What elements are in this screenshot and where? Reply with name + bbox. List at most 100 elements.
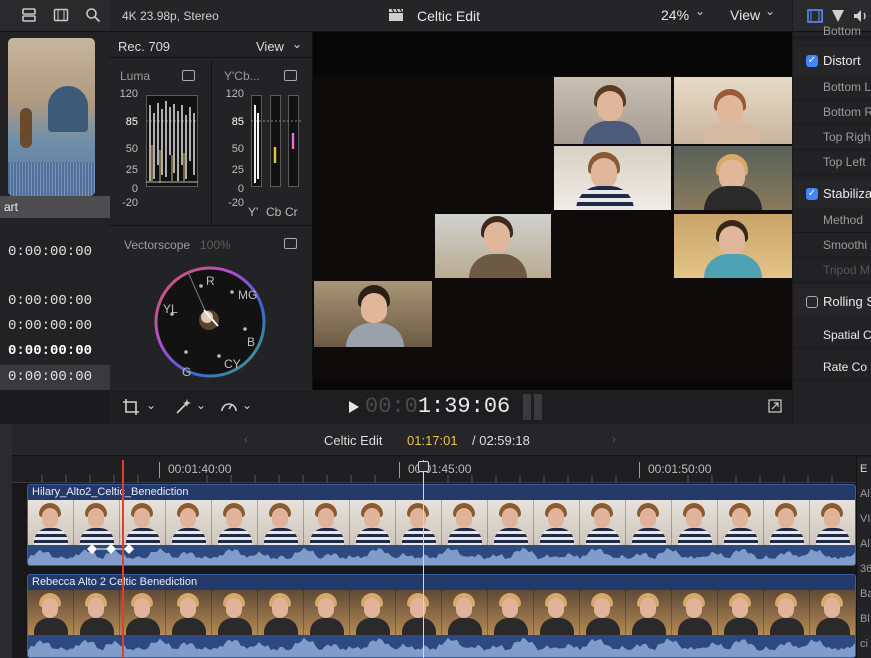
stabilization-section[interactable]: ✓ Stabiliza [793,180,871,208]
inspector-param[interactable]: Bottom R [793,100,871,125]
filmstrip-frame [488,500,534,545]
ycbcr-tick: 50 [231,143,244,155]
vectorscope-percent: 100% [200,238,231,252]
browser-toolbar [0,0,110,32]
target-g: G [182,365,192,379]
start-column-label: art [4,200,19,214]
list-item[interactable]: 0:00:00:00 [0,365,110,390]
filmstrip-frame [350,590,396,635]
filmstrip-frame [534,590,580,635]
clip-filmstrip [28,590,855,635]
scope-settings-icon[interactable] [284,238,297,249]
chevron-down-icon[interactable]: ⌄ [196,398,206,412]
checkbox-checked-icon[interactable]: ✓ [806,188,818,200]
scopes-view-menu[interactable]: View [256,39,284,54]
channel-cb: Cb [266,205,282,219]
format-label: 4K 23.98p, Stereo [122,9,219,23]
index-item[interactable]: Bl [860,613,870,625]
crop-icon[interactable] [122,398,140,419]
index-item[interactable]: VI [860,513,870,525]
play-icon[interactable] [348,400,360,417]
skimmer-line[interactable] [122,460,124,658]
timeline-clip[interactable]: Hilary_Alto2_Celtic_Benediction [27,484,856,566]
index-item[interactable]: E [860,463,867,475]
luma-tick: 120 [119,88,138,100]
target-mg: MG [238,288,258,302]
inspector-param[interactable]: Top Righ [793,125,871,150]
zoom-chevron-icon[interactable]: ⌄ [695,4,705,18]
filmstrip-frame [304,500,350,545]
section-label: Stabiliza [823,186,871,201]
timecode-dim: 00:0 [365,394,418,419]
chevron-down-icon[interactable]: ⌄ [292,37,302,51]
start-column-header[interactable]: art [0,196,110,218]
index-item[interactable]: Ba [860,588,871,600]
checkbox-unchecked-icon[interactable] [806,296,818,308]
library-icon[interactable] [20,7,38,25]
view-chevron-icon[interactable]: ⌄ [765,4,775,18]
index-item[interactable]: 36 [860,563,871,575]
forward-arrow-icon[interactable]: › [612,432,616,446]
filmstrip-frame [718,500,764,545]
filmstrip-frame [810,500,855,545]
view-menu[interactable]: View [730,7,760,23]
checkbox-checked-icon[interactable]: ✓ [806,55,818,67]
clapper-icon [388,8,404,25]
luma-tick: 0 [131,183,138,195]
filmstrip-frame [672,590,718,635]
spatial-conform-row[interactable]: Spatial C [793,321,871,349]
chevron-down-icon[interactable]: ⌄ [146,398,156,412]
zoom-popup[interactable]: 24% [661,7,689,23]
speed-gauge-icon[interactable] [220,398,238,419]
timeline-duration: / 02:59:18 [472,433,530,448]
keyframe-markers[interactable] [86,543,136,555]
clip-thumbnail[interactable] [8,38,95,196]
index-item[interactable]: Al [860,488,870,500]
filmstrip-frame [810,590,855,635]
filmstrip-frame [626,590,672,635]
viewer-canvas[interactable] [314,76,792,380]
list-item[interactable]: 0:00:00:00 [0,314,110,339]
filmstrip-frame [28,500,74,545]
ycbcr-tick: 0 [237,183,244,195]
ruler-label: 00:01:45:00 [399,462,471,478]
distort-section[interactable]: ✓ Distort [793,47,871,75]
timeline-ruler[interactable]: 00:01:40:00 00:01:45:00 00:01:50:00 [12,457,856,483]
index-item[interactable]: Al [860,538,870,550]
filmstrip-frame [304,590,350,635]
ycbcr-tick: -20 [228,197,244,209]
rolling-shutter-section[interactable]: Rolling S [793,288,871,316]
ycbcr-parade [251,95,301,187]
filmstrip-icon[interactable] [52,7,70,25]
scope-settings-icon[interactable] [182,70,195,81]
search-icon[interactable] [84,7,102,25]
viewer-timecode[interactable]: 00:01:39:06 [365,394,510,419]
chevron-down-icon[interactable]: ⌄ [242,398,252,412]
video-tile-singer [554,77,671,144]
filmstrip-frame [166,590,212,635]
rate-conform-row[interactable]: Rate Co [793,353,871,381]
inspector-param[interactable]: Method [793,208,871,233]
filmstrip-frame [28,590,74,635]
timeline-clip[interactable]: Rebecca Alto 2 Celtic Benediction [27,574,856,658]
list-item[interactable]: 0:00:00:00 [0,339,110,364]
audio-meter-right [534,394,542,420]
luma-waveform [146,95,198,187]
fullscreen-icon[interactable] [768,399,782,416]
filmstrip-frame [212,590,258,635]
filmstrip-frame [672,500,718,545]
list-item[interactable]: 0:00:00:00 [0,289,110,314]
list-item[interactable]: 0:00:00:00 [0,240,110,265]
filmstrip-frame [74,590,120,635]
inspector-param[interactable]: Bottom L [793,75,871,100]
inspector-param[interactable]: Smoothi [793,233,871,258]
enhance-wand-icon[interactable] [174,398,192,419]
playhead-handle[interactable] [418,461,429,472]
back-arrow-icon[interactable]: ‹ [244,432,248,446]
index-item[interactable]: ci [860,638,868,650]
filmstrip-frame [258,590,304,635]
playhead-line[interactable] [423,460,424,658]
inspector-param[interactable]: Top Left [793,150,871,175]
scope-settings-icon[interactable] [284,70,297,81]
ycbcr-tick: 85 [231,116,244,128]
